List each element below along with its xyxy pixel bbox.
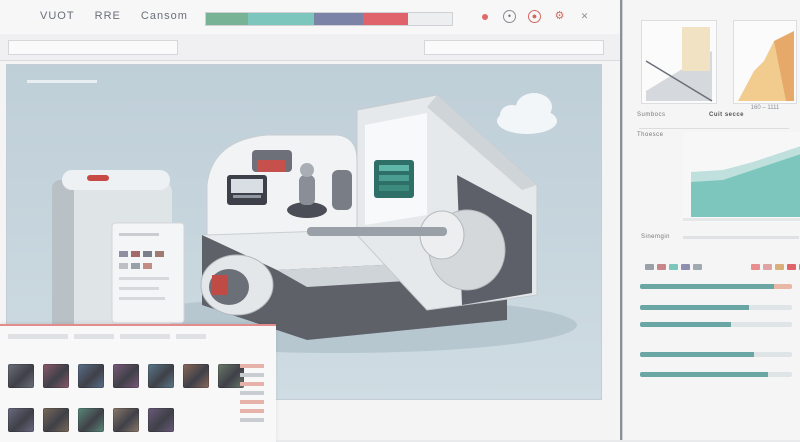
- thumbnail-item[interactable]: [43, 408, 69, 432]
- title-part-2: RRE: [94, 10, 121, 22]
- stat-bar: [640, 352, 792, 357]
- toolbar: [0, 34, 620, 61]
- chart-caption-2: 160 ‒ 1111: [750, 105, 780, 111]
- stat-bar-fill: [640, 372, 768, 377]
- thumbnail-item[interactable]: [148, 364, 174, 388]
- stat-bar-fill: [640, 322, 732, 327]
- stat-bar-fill: [640, 352, 754, 357]
- section-label-a: Sumbocs: [637, 112, 666, 118]
- stat-bar: [640, 322, 792, 327]
- thumbnail-item[interactable]: [78, 364, 104, 388]
- area-chart-1: [645, 27, 713, 102]
- teal-area-chart: [683, 132, 800, 222]
- cloud-icon: [497, 93, 557, 134]
- thumbnail-header: [8, 334, 268, 342]
- round-device: [200, 254, 274, 316]
- progress-segment: [314, 13, 364, 25]
- thumbnail-item[interactable]: [113, 364, 139, 388]
- progress-segment: [407, 13, 452, 25]
- thumbnail-item[interactable]: [183, 364, 209, 388]
- toolbar-field-left[interactable]: [8, 40, 178, 55]
- stat-bar-marker: [774, 284, 792, 289]
- color-swatches-left: [645, 264, 702, 270]
- thumbnail-item[interactable]: [8, 408, 34, 432]
- chart-card-1[interactable]: [641, 20, 717, 104]
- stat-bar-fill: [640, 284, 774, 289]
- area-chart-2: [738, 31, 794, 101]
- thumbnail-item[interactable]: [43, 364, 69, 388]
- progress-segment: [247, 13, 315, 25]
- title-part-1: VUOT: [40, 10, 75, 22]
- section-value-a: Cuit secce: [709, 112, 745, 118]
- gear-icon: ⚙: [554, 10, 565, 22]
- thumbnail-item[interactable]: [8, 364, 34, 388]
- settings-button[interactable]: ⚙: [553, 10, 566, 23]
- close-button[interactable]: ✕: [578, 10, 591, 23]
- thumbnail-item[interactable]: [78, 408, 104, 432]
- app-title: VUOT RRE Cansom: [40, 10, 204, 22]
- dot-icon: [481, 13, 488, 20]
- toolbar-field-right[interactable]: [424, 40, 604, 55]
- record-icon: ●: [531, 11, 538, 21]
- title-bar: VUOT RRE Cansom • ● ⚙ ✕: [0, 0, 620, 35]
- target-icon: •: [507, 11, 512, 21]
- thumbnail-panel: [0, 324, 276, 442]
- thumbnail-item[interactable]: [113, 408, 139, 432]
- chart-card-2[interactable]: 160 ‒ 1111: [733, 20, 797, 111]
- thumbnail-grid: [8, 364, 268, 440]
- main-window: VUOT RRE Cansom • ● ⚙ ✕: [0, 0, 621, 442]
- viewport-header-line: [27, 80, 97, 83]
- close-icon: ✕: [580, 11, 589, 21]
- progress-segment: [363, 13, 408, 25]
- thumbnail-item[interactable]: [148, 408, 174, 432]
- section-label-b: Thoesce: [637, 132, 664, 138]
- progress-segment: [206, 13, 248, 25]
- color-swatches-right: [751, 264, 800, 270]
- target-button[interactable]: •: [503, 10, 516, 23]
- stat-bar: [640, 284, 792, 289]
- record-button[interactable]: ●: [528, 10, 541, 23]
- document-panel: [111, 222, 185, 324]
- cockpit: [206, 134, 358, 236]
- progress-strip: [205, 12, 453, 26]
- window-controls: • ● ⚙ ✕: [478, 10, 591, 23]
- stat-bar: [640, 305, 792, 310]
- thumbnail-sidebar: [240, 364, 264, 434]
- minimize-button[interactable]: [478, 10, 491, 23]
- stat-bar: [640, 372, 792, 377]
- stat-bar-fill: [640, 305, 750, 310]
- title-part-3: Cansom: [140, 10, 188, 22]
- section-label-c: Sinemgin: [641, 234, 671, 240]
